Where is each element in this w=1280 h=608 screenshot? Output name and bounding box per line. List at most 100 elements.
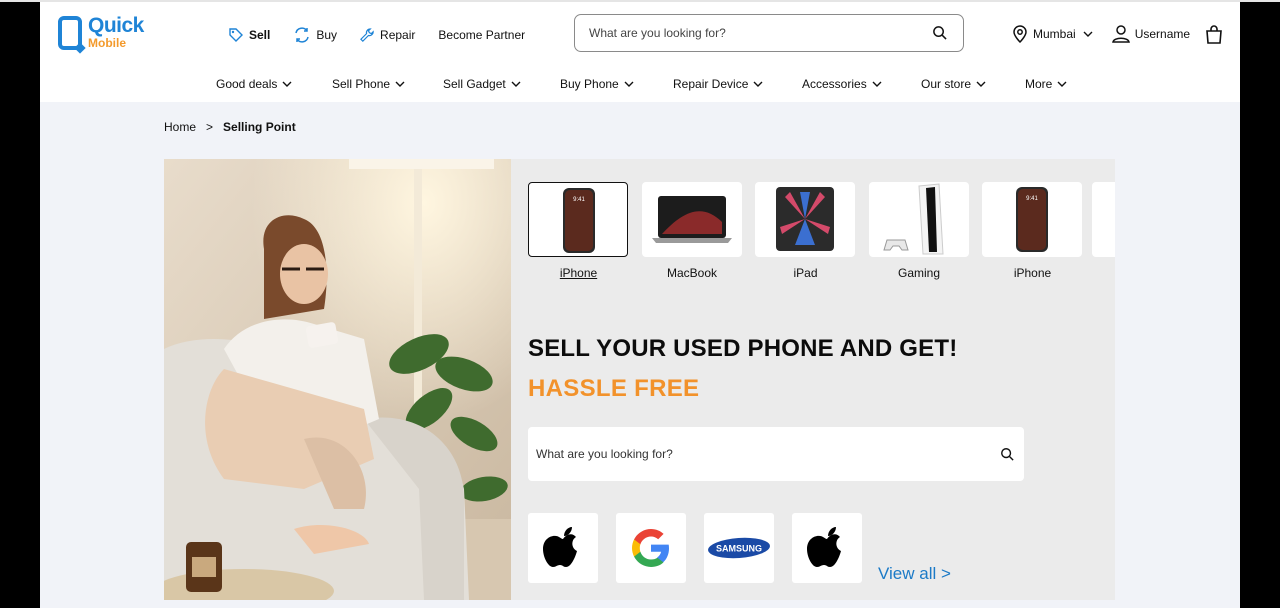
hero-section: 9:41 iPhone MacBook iPad Gaming 9:41 iPh… xyxy=(164,159,1115,600)
cart-button[interactable] xyxy=(1204,24,1229,44)
brand-list: SAMSUNG xyxy=(528,513,880,583)
cat-sell-gadget[interactable]: Sell Gadget xyxy=(443,77,521,91)
chevron-down-icon xyxy=(753,81,763,87)
location-pin-icon xyxy=(1013,25,1027,43)
brand-apple[interactable] xyxy=(528,513,598,583)
page: Quick Mobile Sell Buy Repair Become Part… xyxy=(40,2,1240,608)
cat-label: Buy Phone xyxy=(560,77,619,91)
user-account[interactable]: Username xyxy=(1111,25,1190,43)
game-console-icon xyxy=(882,183,944,255)
google-logo-icon xyxy=(632,529,669,567)
iphone-icon: 9:41 xyxy=(563,188,595,253)
header-tools: Mumbai Username xyxy=(1012,24,1240,44)
search-icon[interactable] xyxy=(1000,447,1014,461)
cat-our-store[interactable]: Our store xyxy=(921,77,986,91)
cat-label: Accessories xyxy=(802,77,867,91)
chevron-down-icon xyxy=(282,81,292,87)
cat-label: Good deals xyxy=(216,77,278,91)
hero-search-box xyxy=(528,427,1024,481)
location-selector[interactable]: Mumbai xyxy=(1012,25,1098,43)
cat-repair-device[interactable]: Repair Device xyxy=(673,77,763,91)
product-card-ipad[interactable]: iPad xyxy=(755,182,856,280)
product-thumb xyxy=(868,182,969,257)
tablet-icon xyxy=(776,187,834,251)
cat-sell-phone[interactable]: Sell Phone xyxy=(332,77,405,91)
product-thumb: 9:41 xyxy=(528,182,628,257)
product-card-gaming[interactable]: Gaming xyxy=(868,182,970,280)
logo-text-quick: Quick xyxy=(88,14,144,37)
cat-label: Repair Device xyxy=(673,77,749,91)
shopping-bag-icon xyxy=(1206,25,1222,44)
site-header: Quick Mobile Sell Buy Repair Become Part… xyxy=(40,2,1240,102)
product-card-iphone[interactable]: 9:41 iPhone xyxy=(528,182,629,280)
chevron-down-icon xyxy=(395,81,405,87)
samsung-logo-icon: SAMSUNG xyxy=(708,537,770,559)
nav-repair[interactable]: Repair xyxy=(360,27,416,43)
apple-logo-icon xyxy=(543,527,577,567)
product-label: iPhone xyxy=(1013,266,1052,280)
laptop-icon xyxy=(651,196,732,243)
logo-text-mobile: Mobile xyxy=(88,36,126,50)
cat-label: Sell Phone xyxy=(332,77,391,91)
nav-buy[interactable]: Buy xyxy=(293,27,337,43)
header-search-input[interactable] xyxy=(589,24,909,42)
nav-become-partner[interactable]: Become Partner xyxy=(438,28,525,42)
product-thumb xyxy=(755,182,855,257)
product-category-carousel: 9:41 iPhone MacBook iPad Gaming 9:41 iPh… xyxy=(528,182,1096,280)
cat-label: Sell Gadget xyxy=(443,77,506,91)
iphone-icon: 9:41 xyxy=(1016,187,1048,252)
product-label: iPhone xyxy=(559,266,598,280)
chevron-down-icon xyxy=(511,81,521,87)
svg-text:9:41: 9:41 xyxy=(1026,196,1038,202)
hero-search-input[interactable] xyxy=(536,445,976,463)
cat-good-deals[interactable]: Good deals xyxy=(216,77,292,91)
product-card-iphone-2[interactable]: 9:41 iPhone xyxy=(982,182,1083,280)
product-card-macbook[interactable]: MacBook xyxy=(641,182,743,280)
brand-apple-2[interactable] xyxy=(792,513,862,583)
logo-mark xyxy=(58,16,82,50)
nav-sell-label: Sell xyxy=(249,28,271,42)
svg-text:9:41: 9:41 xyxy=(573,197,585,203)
chevron-down-icon xyxy=(872,81,882,87)
brand-samsung[interactable]: SAMSUNG xyxy=(704,513,774,583)
nav-become-partner-label: Become Partner xyxy=(438,28,526,42)
chevron-down-icon xyxy=(976,81,986,87)
tag-icon xyxy=(229,28,243,42)
product-card-partial[interactable] xyxy=(1092,182,1115,257)
wrench-icon xyxy=(360,27,374,42)
cat-accessories[interactable]: Accessories xyxy=(802,77,882,91)
product-thumb: 9:41 xyxy=(982,182,1082,257)
view-all-brands-link[interactable]: View all > xyxy=(878,564,951,584)
chevron-down-icon xyxy=(1083,31,1093,37)
cat-label: Our store xyxy=(921,77,972,91)
product-label: iPad xyxy=(793,266,818,280)
header-search-box xyxy=(574,14,964,52)
product-label: Gaming xyxy=(897,266,941,280)
nav-repair-label: Repair xyxy=(380,28,416,42)
product-label: MacBook xyxy=(666,266,718,280)
search-icon[interactable] xyxy=(932,25,947,40)
chevron-down-icon xyxy=(1057,81,1067,87)
samsung-wordmark: SAMSUNG xyxy=(716,544,762,554)
brand-google[interactable] xyxy=(616,513,686,583)
hero-subline: HASSLE FREE xyxy=(528,375,700,402)
hero-photo-woman-with-phone xyxy=(164,159,511,600)
nav-sell[interactable]: Sell xyxy=(228,27,270,43)
cat-label: More xyxy=(1025,77,1053,91)
breadcrumb-home[interactable]: Home xyxy=(164,120,196,134)
breadcrumb-current: Selling Point xyxy=(223,120,296,134)
chevron-down-icon xyxy=(624,81,634,87)
location-city: Mumbai xyxy=(1033,27,1076,41)
product-thumb xyxy=(641,182,742,257)
user-icon xyxy=(1111,25,1130,43)
breadcrumb: Home > Selling Point xyxy=(164,120,296,134)
breadcrumb-separator: > xyxy=(206,120,214,134)
hero-illustration xyxy=(164,159,511,600)
exchange-icon xyxy=(295,27,310,43)
primary-nav: Sell Buy Repair Become Partner xyxy=(228,24,548,46)
cat-buy-phone[interactable]: Buy Phone xyxy=(560,77,634,91)
apple-logo-icon xyxy=(807,527,841,567)
quick-mobile-logo[interactable]: Quick Mobile xyxy=(58,14,168,54)
hero-headline: SELL YOUR USED PHONE AND GET! xyxy=(528,335,958,362)
cat-more[interactable]: More xyxy=(1025,77,1067,91)
